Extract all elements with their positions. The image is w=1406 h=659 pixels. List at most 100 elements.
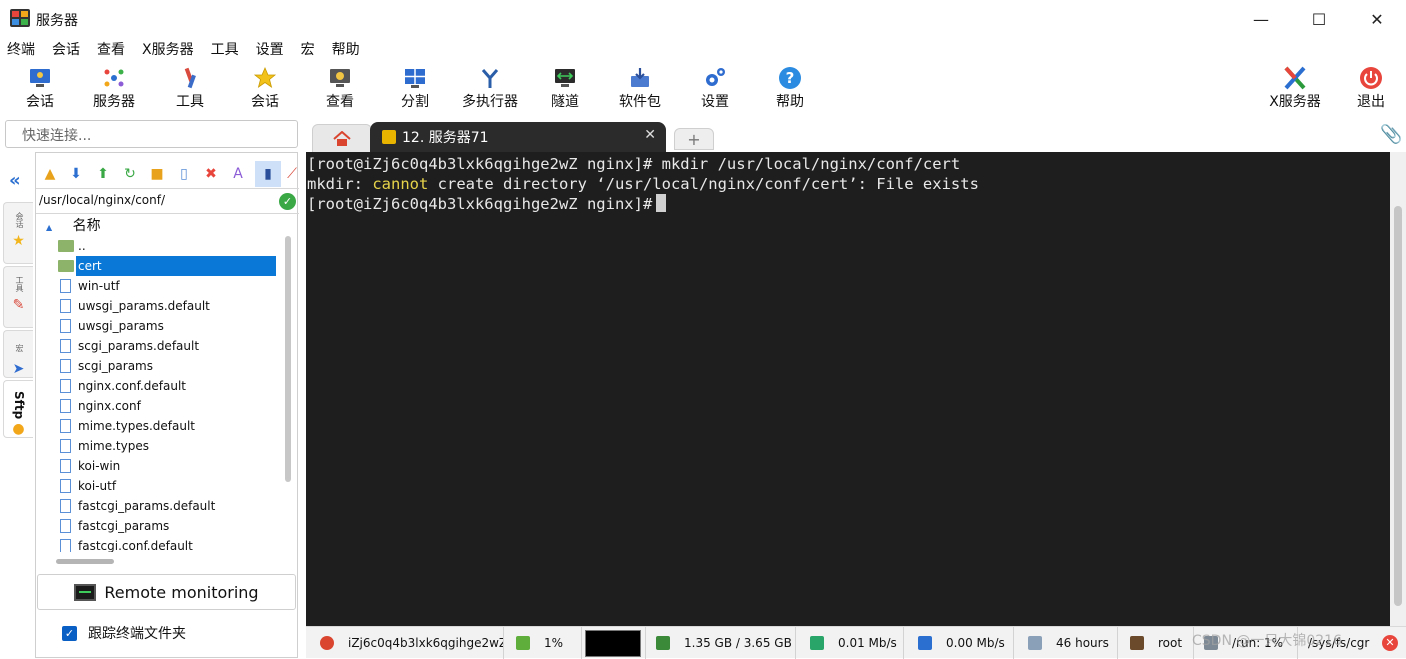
checkbox-checked-icon[interactable]: ✓: [62, 625, 77, 641]
maximize-button[interactable]: ☐: [1290, 0, 1348, 38]
error-badge-icon[interactable]: ✕: [1382, 635, 1398, 651]
tab-close-icon[interactable]: ✕: [644, 127, 656, 143]
exit-label: 退出: [1357, 94, 1385, 110]
menu-xserver[interactable]: X服务器: [142, 38, 194, 62]
home-tab[interactable]: [312, 124, 372, 152]
new-file-icon[interactable]: ▯: [175, 165, 193, 183]
minimize-button[interactable]: —: [1232, 0, 1290, 38]
file-row[interactable]: koi-utf: [36, 476, 284, 496]
help-icon: ?: [779, 67, 801, 89]
file-list-scrollbar[interactable]: [285, 236, 291, 482]
view-button[interactable]: 查看: [310, 66, 370, 114]
follow-terminal-folder-checkbox[interactable]: ✓ 跟踪终端文件夹: [62, 623, 186, 643]
file-row[interactable]: koi-win: [36, 456, 284, 476]
file-row[interactable]: scgi_params: [36, 356, 284, 376]
servers-network-icon: [104, 69, 124, 87]
terminal-scrollbar[interactable]: [1390, 152, 1406, 626]
terminal-line-2-prefix: mkdir:: [307, 175, 373, 193]
new-tab-button[interactable]: +: [674, 128, 714, 150]
parent-folder-icon[interactable]: ▲: [41, 165, 59, 183]
terminal-scroll-thumb[interactable]: [1394, 206, 1402, 606]
remote-monitoring-label: Remote monitoring: [104, 582, 259, 602]
tools-button[interactable]: 工具: [160, 66, 220, 114]
terminal-line-3: [root@iZj6c0q4b3lxk6qgihge2wZ nginx]#: [307, 194, 1390, 214]
file-row[interactable]: nginx.conf.default: [36, 376, 284, 396]
star-icon: [253, 66, 277, 88]
session-tab[interactable]: 12. 服务器71 ✕: [370, 122, 666, 152]
refresh-icon[interactable]: ↻: [121, 165, 139, 183]
file-list-hscrollbar[interactable]: [56, 559, 114, 564]
menu-tools[interactable]: 工具: [211, 38, 239, 62]
file-row[interactable]: nginx.conf: [36, 396, 284, 416]
split-label: 分割: [401, 94, 429, 110]
new-folder-icon[interactable]: ■: [148, 165, 166, 183]
close-button[interactable]: ✕: [1348, 0, 1406, 38]
session-button[interactable]: 会话: [10, 66, 70, 114]
file-name: mime.types: [78, 439, 149, 453]
file-row[interactable]: cert: [36, 256, 284, 276]
menu-sessions[interactable]: 会话: [52, 38, 80, 62]
file-name: koi-utf: [78, 479, 117, 493]
file-icon: [60, 439, 71, 453]
app-window: 服务器 — ☐ ✕ 终端 会话 查看 X服务器 工具 设置 宏 帮助 会话 服务…: [0, 0, 1406, 659]
side-tab-tools[interactable]: 工具 ✎: [3, 266, 33, 328]
file-row[interactable]: mime.types.default: [36, 416, 284, 436]
file-name: win-utf: [78, 279, 120, 293]
side-tab-sessions[interactable]: 会话 ★: [3, 202, 33, 264]
more-tools-icon[interactable]: ⟋: [283, 165, 301, 183]
gear-icon: [706, 68, 725, 86]
exit-button[interactable]: 退出: [1341, 66, 1401, 114]
upload-icon[interactable]: ⬆: [94, 165, 112, 183]
remote-monitoring-button[interactable]: Remote monitoring: [37, 574, 296, 610]
status-user-text: root: [1158, 636, 1183, 650]
file-row[interactable]: fastcgi_params: [36, 516, 284, 536]
folder-icon: [58, 260, 74, 272]
delete-icon[interactable]: ✖: [202, 165, 220, 183]
file-name: fastcgi_params: [78, 519, 170, 533]
split-button[interactable]: 分割: [385, 66, 445, 114]
file-row[interactable]: uwsgi_params.default: [36, 296, 284, 316]
packages-button[interactable]: 软件包: [610, 66, 670, 114]
help-button[interactable]: ? 帮助: [760, 66, 820, 114]
side-tab-sftp[interactable]: Sftp ●: [3, 380, 33, 438]
file-row[interactable]: fastcgi_params.default: [36, 496, 284, 516]
rename-icon[interactable]: A: [229, 165, 247, 183]
sessions-button[interactable]: 会话: [235, 66, 295, 114]
menu-view[interactable]: 查看: [97, 38, 125, 62]
file-row[interactable]: scgi_params.default: [36, 336, 284, 356]
path-ok-icon[interactable]: ✓: [279, 193, 296, 210]
settings-button[interactable]: 设置: [685, 66, 745, 114]
download-icon[interactable]: ⬇: [67, 165, 85, 183]
terminal-output[interactable]: [root@iZj6c0q4b3lxk6qgihge2wZ nginx]# mk…: [306, 152, 1390, 626]
file-row[interactable]: win-utf: [36, 276, 284, 296]
name-column-header[interactable]: ▲ 名称: [36, 216, 284, 236]
file-row[interactable]: mime.types: [36, 436, 284, 456]
status-cpu-text: 1%: [544, 636, 564, 650]
tunnel-button[interactable]: 隧道: [535, 66, 595, 114]
menu-macros[interactable]: 宏: [301, 38, 315, 62]
collapse-sidebar-icon[interactable]: «: [9, 170, 21, 191]
file-row[interactable]: fastcgi.conf.default: [36, 536, 284, 552]
servers-button[interactable]: 服务器: [84, 66, 144, 114]
multiexec-button[interactable]: 多执行器: [460, 66, 520, 114]
permissions-icon[interactable]: ▮: [255, 161, 281, 187]
file-row[interactable]: uwsgi_params: [36, 316, 284, 336]
tunnel-icon: [555, 69, 575, 87]
file-name: scgi_params.default: [78, 339, 200, 353]
menu-help[interactable]: 帮助: [332, 38, 360, 62]
side-tab-tools-label: 工具: [15, 276, 24, 292]
packages-label: 软件包: [619, 94, 661, 110]
sftp-path-field[interactable]: /usr/local/nginx/conf/ ✓: [36, 188, 299, 214]
quick-connect-input[interactable]: 快速连接...: [5, 120, 298, 148]
file-icon: [60, 379, 71, 393]
file-icon: [60, 359, 71, 373]
side-tab-sftp-label: Sftp: [12, 390, 26, 420]
file-name: cert: [76, 256, 276, 276]
side-tab-macros[interactable]: 宏 ➤: [3, 330, 33, 378]
file-row[interactable]: ..: [36, 236, 284, 256]
paperclip-icon[interactable]: 📎: [1380, 124, 1402, 145]
menu-settings[interactable]: 设置: [256, 38, 284, 62]
menu-terminal[interactable]: 终端: [7, 38, 35, 62]
sftp-toolbar: ▲ ⬇ ⬆ ↻ ■ ▯ ✖ A ▮ ⟋: [36, 157, 299, 187]
xserver-button[interactable]: X服务器: [1265, 66, 1325, 114]
